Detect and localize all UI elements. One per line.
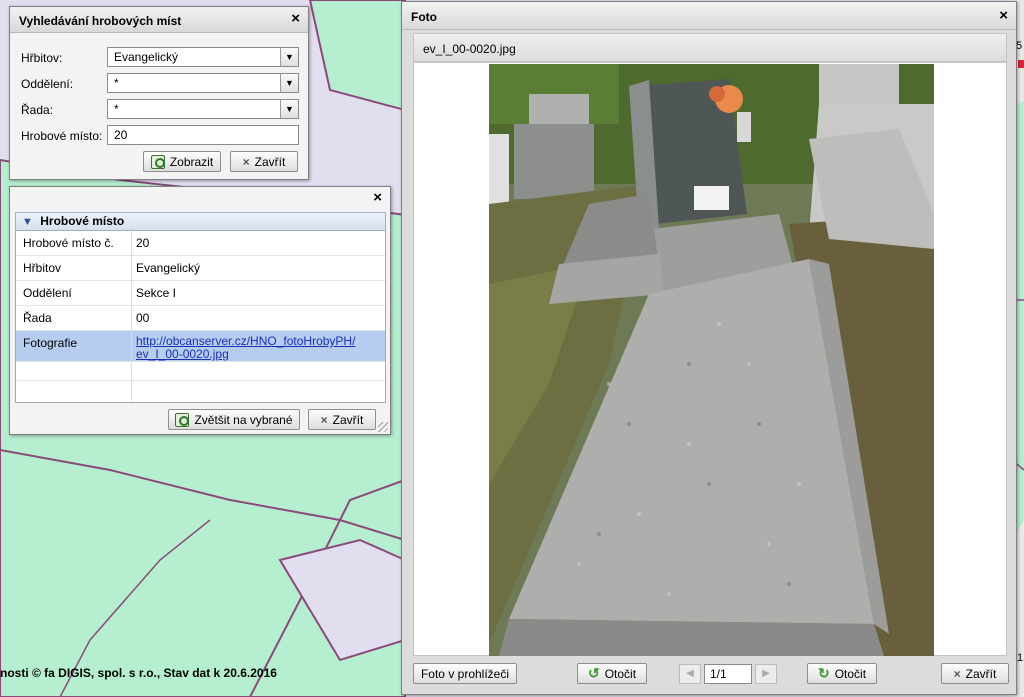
table-row-empty [16, 362, 385, 381]
zoom-to-selected-button[interactable]: Zvětšit na vybrané [168, 409, 300, 430]
search-close-button-label: Zavřít [254, 154, 286, 169]
section-select[interactable]: * ▼ [107, 73, 299, 93]
grave-property-grid: Hrobové místo č. 20 Hřbitov Evangelický … [15, 231, 386, 403]
cemetery-select-value: Evangelický [114, 50, 179, 64]
table-row[interactable]: Hřbitov Evangelický [16, 256, 385, 281]
grave-close-button-label: Zavřít [332, 412, 364, 427]
map-edge-marker [1018, 60, 1024, 68]
map-copyright: nosti © fa DIGIS, spol. s r.o., Stav dat… [0, 666, 277, 680]
property-key: Fotografie [23, 336, 78, 350]
photo-window: Foto × ev_I_00-0020.jpg Foto v prohlížeč… [401, 1, 1017, 695]
table-row-selected[interactable]: Fotografie http://obcanserver.cz/HNO_fot… [16, 331, 385, 362]
cemetery-select[interactable]: Evangelický ▼ [107, 47, 299, 67]
photo-close-button[interactable]: × Zavřít [941, 663, 1009, 684]
rotate-left-button[interactable]: ↺ Otočit [577, 663, 647, 684]
property-value: 20 [136, 236, 150, 250]
rotate-right-label: Otočit [834, 666, 867, 681]
section-label: Oddělení: [21, 77, 74, 91]
search-close-button[interactable]: × Zavřít [230, 151, 298, 172]
property-key: Řada [23, 311, 52, 325]
grave-number-value: 20 [114, 128, 128, 142]
prev-page-icon[interactable]: ◀ [679, 663, 701, 684]
grave-info-window: × ▼ Hrobové místo Hrobové místo č. 20 Hř… [9, 186, 391, 435]
open-in-viewer-label: Foto v prohlížeči [420, 666, 510, 681]
photo-window-header[interactable]: Foto × [402, 2, 1016, 30]
next-page-icon[interactable]: ▶ [755, 663, 777, 684]
property-value: Sekce I [136, 286, 177, 300]
map-edge-label-bottom: 1 [1017, 652, 1024, 664]
close-icon: × [320, 412, 328, 427]
grave-info-header[interactable]: × [10, 187, 390, 211]
chevron-down-icon[interactable]: ▼ [280, 48, 298, 66]
chevron-down-icon[interactable]: ▼ [280, 74, 298, 92]
close-icon: × [242, 154, 250, 169]
chevron-down-icon[interactable]: ▼ [280, 100, 298, 118]
grave-photo [489, 64, 934, 656]
grave-close-button[interactable]: × Zavřít [308, 409, 376, 430]
close-icon[interactable]: × [373, 190, 382, 206]
magnifier-icon [175, 412, 190, 427]
resize-handle[interactable] [378, 422, 388, 432]
table-row[interactable]: Řada 00 [16, 306, 385, 331]
photo-filename-bar: ev_I_00-0020.jpg [413, 33, 1007, 62]
row-select[interactable]: * ▼ [107, 99, 299, 119]
grave-number-label: Hrobové místo: [21, 129, 103, 143]
rotate-left-label: Otočit [604, 666, 637, 681]
page-input[interactable]: 1/1 [704, 663, 752, 684]
photo-area [413, 62, 1007, 656]
section-select-value: * [114, 76, 119, 90]
close-icon[interactable]: × [999, 8, 1008, 24]
property-key: Oddělení [23, 286, 72, 300]
rotate-right-button[interactable]: ↻ Otočit [807, 663, 877, 684]
property-key: Hrobové místo č. [23, 236, 114, 250]
property-key: Hřbitov [23, 261, 62, 275]
grave-group-title: Hrobové místo [40, 214, 125, 228]
row-select-value: * [114, 102, 119, 116]
search-window-title: Vyhledávání hrobových míst [19, 14, 182, 28]
search-window: Vyhledávání hrobových míst × Hřbitov: Ev… [9, 6, 309, 180]
show-button[interactable]: Zobrazit [143, 151, 221, 172]
close-icon[interactable]: × [291, 11, 300, 27]
open-in-viewer-button[interactable]: Foto v prohlížeči [413, 663, 517, 684]
grave-number-input[interactable]: 20 [107, 125, 299, 145]
table-row[interactable]: Oddělení Sekce I [16, 281, 385, 306]
cemetery-label: Hřbitov: [21, 51, 63, 65]
grave-group-header[interactable]: ▼ Hrobové místo [15, 212, 386, 231]
photo-close-label: Zavřít [965, 666, 997, 681]
table-row-empty [16, 381, 385, 401]
magnifier-icon [150, 154, 165, 169]
row-label: Řada: [21, 103, 54, 117]
page-value: 1/1 [710, 666, 727, 681]
property-value: Evangelický [136, 261, 201, 275]
photo-link-line2[interactable]: ev_I_00-0020.jpg [136, 348, 355, 361]
search-window-header[interactable]: Vyhledávání hrobových míst × [10, 7, 308, 33]
zoom-to-selected-label: Zvětšit na vybrané [194, 412, 293, 427]
table-row[interactable]: Hrobové místo č. 20 [16, 231, 385, 256]
property-value: 00 [136, 311, 150, 325]
photo-window-title: Foto [411, 10, 437, 24]
rotate-right-icon: ↻ [817, 665, 830, 681]
photo-link[interactable]: http://obcanserver.cz/HNO_fotoHrobyPH/ e… [136, 335, 355, 361]
page-navigator: ◀ 1/1 ▶ [679, 663, 777, 684]
rotate-left-icon: ↺ [587, 665, 600, 681]
show-button-label: Zobrazit [169, 154, 214, 169]
photo-filename: ev_I_00-0020.jpg [423, 42, 516, 56]
close-icon: × [953, 666, 961, 681]
chevron-down-icon[interactable]: ▼ [22, 216, 33, 228]
